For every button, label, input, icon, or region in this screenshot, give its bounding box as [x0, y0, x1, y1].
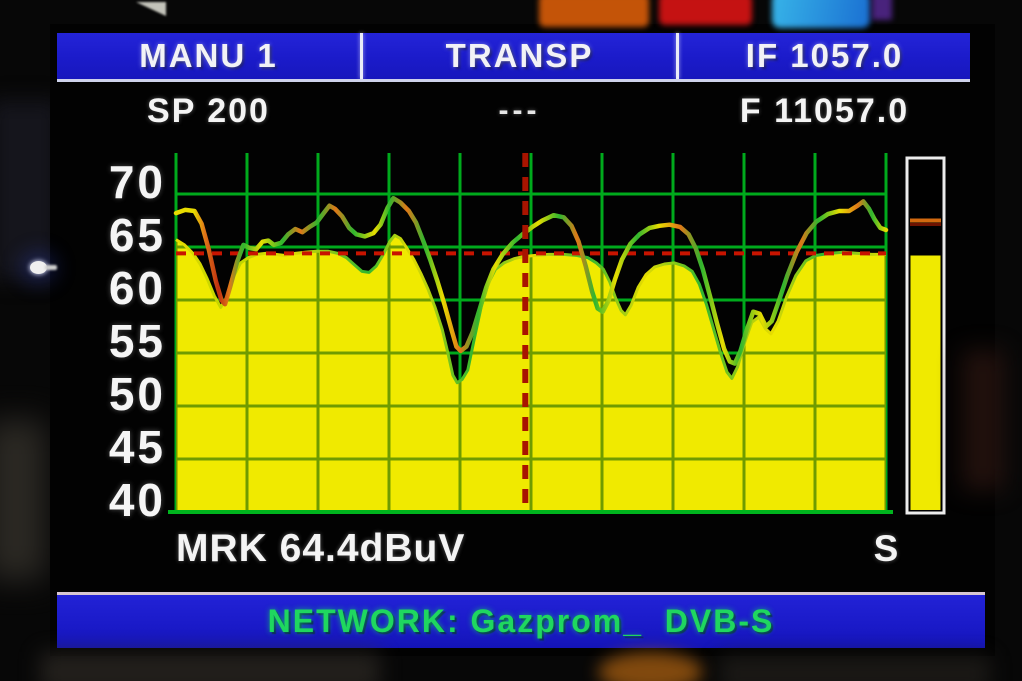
network-label: NETWORK: Gazprom_ DVB-S [268, 603, 775, 640]
bargraph-level [911, 256, 941, 511]
sweep-mode-indicator: S [855, 528, 917, 570]
spectrum-plot-svg [0, 0, 1022, 681]
satmeter-screen-photo: MANU 1 TRANSP IF 1057.0 SP 200 --- F 110… [0, 0, 1022, 681]
network-bar: NETWORK: Gazprom_ DVB-S [57, 595, 985, 648]
spectrum-plot [0, 0, 1022, 681]
level-bargraph [907, 158, 944, 513]
marker-readout: MRK 64.4dBuV [176, 528, 465, 570]
